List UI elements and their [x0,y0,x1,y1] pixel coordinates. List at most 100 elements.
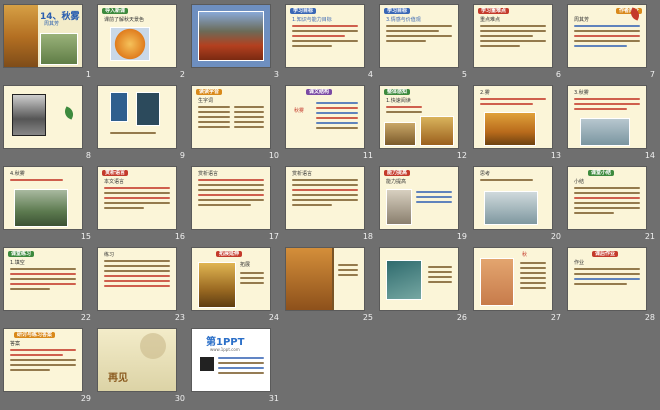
slide-thumb-27[interactable]: 秋 27 [473,247,565,325]
slide-number: 20 [550,232,561,241]
slide-number: 15 [80,232,91,241]
slide-number: 6 [555,70,561,79]
brand-url: www.1ppt.com [210,347,240,352]
slide-number: 27 [550,313,561,322]
slide-thumb-3[interactable]: 3 [191,4,283,82]
slide-thumb-31[interactable]: 第1PPT www.1ppt.com 31 [191,328,283,406]
slide-thumb-25[interactable]: 25 [285,247,377,325]
slide-number: 22 [80,313,91,322]
slide-text: 3.秋雾 [574,90,589,96]
slide-thumb-13[interactable]: 2.雾 13 [473,85,565,163]
slide-text: 秋 [522,252,528,258]
slide-text: 2.雾 [480,90,490,96]
slide-thumb-21[interactable]: 课堂小结 小结 21 [567,166,659,244]
slide-thumb-16[interactable]: 赏析语言 本文语言 16 [97,166,189,244]
slide-number: 28 [644,313,655,322]
slide-thumb-8[interactable]: 8 [3,85,95,163]
slide-tag: 学习目标 [290,8,317,14]
slide-subtitle: 周其芳 [44,21,60,27]
slide-thumb-22[interactable]: 课堂练习 1.填空 22 [3,247,95,325]
slide-tag: 整体感知 [384,89,411,95]
slide-text: 1.填空 [10,260,25,266]
slide-number: 14 [644,151,655,160]
slide-tag: 学习重难点 [478,8,510,14]
slide-thumb-1[interactable]: 14、秋雾 周其芳 1 [3,4,95,82]
slide-number: 24 [268,313,279,322]
slide-tag: 课文结构 [306,89,333,95]
slide-number: 3 [273,70,279,79]
slide-tag: 拓展延伸 [216,251,243,257]
slide-tag: 研讨与练习答案 [14,332,56,338]
slide-tag: 导入新课 [102,8,129,14]
slide-text: 1.快速阅读 [386,98,411,104]
slide-thumb-6[interactable]: 学习重难点 重点难点 6 [473,4,565,82]
slide-number: 23 [174,313,185,322]
slide-number: 8 [85,151,91,160]
slide-text: 重点难点 [480,17,501,23]
slide-number: 4 [367,70,373,79]
slide-number: 11 [362,151,373,160]
slide-text: 生字词 [198,98,214,104]
slide-text: 作业 [574,260,585,266]
slide-number: 7 [649,70,655,79]
slide-thumb-14[interactable]: 3.秋雾 14 [567,85,659,163]
slide-sorter-grid: 14、秋雾 周其芳 1 导入新课 课前了解秋天景色 2 3 学习目标 1.知识与… [3,4,659,406]
slide-text: 3.情感与价值观 [386,17,421,23]
slide-thumb-28[interactable]: 课后作业 作业 28 [567,247,659,325]
slide-number: 18 [362,232,373,241]
slide-text: 课前了解秋天景色 [104,17,145,23]
slide-thumb-30[interactable]: 再见 30 [97,328,189,406]
slide-tag: 课后作业 [592,251,619,257]
slide-text: 秋雾 [294,108,305,114]
slide-thumb-17[interactable]: 赏析语言 17 [191,166,283,244]
slide-number: 29 [80,394,91,403]
slide-thumb-7[interactable]: 作者简介 周其芳 7 [567,4,659,82]
slide-number: 1 [85,70,91,79]
slide-number: 26 [456,313,467,322]
slide-number: 5 [461,70,467,79]
slide-text: 4.秋雾 [10,171,25,177]
slide-text: 拓展 [240,262,251,268]
leaf-icon [62,106,76,120]
slide-text: 思考 [480,171,491,177]
slide-tag: 课堂小结 [588,170,615,176]
slide-number: 31 [268,394,279,403]
slide-thumb-23[interactable]: 练习 23 [97,247,189,325]
slide-thumb-29[interactable]: 研讨与练习答案 答案 29 [3,328,95,406]
slide-thumb-19[interactable]: 能力提高 能力提高 19 [379,166,471,244]
slide-thumb-9[interactable]: 9 [97,85,189,163]
slide-text: 赏析语言 [292,171,313,177]
slide-number: 2 [179,70,185,79]
slide-number: 16 [174,232,185,241]
slide-number: 12 [456,151,467,160]
slide-number: 21 [644,232,655,241]
brand-logo: 第1PPT [206,337,245,348]
slide-tag: 读读字音 [196,89,223,95]
slide-tag: 课堂练习 [8,251,35,257]
slide-thumb-26[interactable]: 26 [379,247,471,325]
slide-thumb-4[interactable]: 学习目标 1.知识与能力目标 4 [285,4,377,82]
slide-text: 小结 [574,179,585,185]
slide-thumb-5[interactable]: 学习目标 3.情感与价值观 5 [379,4,471,82]
slide-number: 30 [174,394,185,403]
slide-text: 本文语言 [104,179,125,185]
slide-text: 周其芳 [574,17,590,23]
slide-thumb-24[interactable]: 拓展延伸 拓展 24 [191,247,283,325]
slide-number: 19 [456,232,467,241]
goodbye-title: 再见 [108,373,128,384]
slide-tag: 赏析语言 [102,170,129,176]
slide-text: 答案 [10,341,21,347]
slide-tag: 学习目标 [384,8,411,14]
slide-thumb-2[interactable]: 导入新课 课前了解秋天景色 2 [97,4,189,82]
slide-thumb-11[interactable]: 课文结构 秋雾 11 [285,85,377,163]
slide-number: 13 [550,151,561,160]
slide-number: 9 [179,151,185,160]
slide-number: 25 [362,313,373,322]
slide-thumb-18[interactable]: 赏析语言 18 [285,166,377,244]
slide-thumb-12[interactable]: 整体感知 1.快速阅读 12 [379,85,471,163]
slide-number: 10 [268,151,279,160]
slide-thumb-15[interactable]: 4.秋雾 15 [3,166,95,244]
slide-text: 赏析语言 [198,171,219,177]
slide-thumb-20[interactable]: 思考 20 [473,166,565,244]
slide-thumb-10[interactable]: 读读字音 生字词 10 [191,85,283,163]
